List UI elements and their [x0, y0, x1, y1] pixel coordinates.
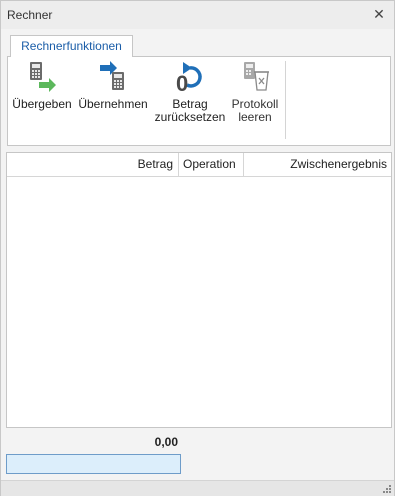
status-bar [1, 480, 394, 496]
zuruecksetzen-line: zurücksetzen [154, 110, 226, 124]
calculator-take-icon [100, 61, 124, 90]
protocol-grid[interactable]: Betrag Operation Zwischenergebnis [6, 152, 392, 428]
ribbon-separator [285, 61, 286, 139]
reset-zero-icon: 0 [176, 62, 202, 93]
clear-protocol-icon [244, 62, 269, 91]
leeren-line: leeren [238, 110, 272, 124]
amount-input[interactable] [6, 454, 181, 474]
protokoll-leeren-button[interactable]: Protokoll leeren [227, 59, 283, 124]
resize-grip-icon[interactable] [382, 484, 392, 494]
ribbon-panel: Übergeben Übernehmen 0 Betrag zurücksetz… [7, 56, 391, 146]
title-bar: Rechner ✕ [1, 1, 394, 29]
tab-rechnerfunktionen[interactable]: Rechnerfunktionen [10, 35, 133, 57]
column-header-zwischenergebnis[interactable]: Zwischenergebnis [244, 153, 391, 176]
calculator-pass-icon [30, 62, 56, 92]
uebernehmen-button[interactable]: Übernehmen [77, 59, 149, 111]
uebergeben-label: Übergeben [12, 97, 72, 111]
grid-header: Betrag Operation Zwischenergebnis [7, 153, 391, 177]
uebergeben-button[interactable]: Übergeben [10, 59, 74, 111]
protokoll-leeren-label: Protokoll leeren [227, 98, 283, 124]
betrag-zuruecksetzen-button[interactable]: 0 Betrag zurücksetzen [153, 59, 227, 124]
close-icon[interactable]: ✕ [370, 4, 388, 24]
result-value: 0,00 [154, 435, 178, 449]
betrag-zuruecksetzen-label: Betrag zurücksetzen [153, 98, 227, 124]
column-header-operation[interactable]: Operation [179, 153, 243, 176]
window-title: Rechner [7, 8, 53, 22]
svg-text:0: 0 [176, 71, 188, 93]
uebernehmen-label: Übernehmen [78, 97, 148, 111]
rechner-window: Rechner ✕ Rechnerfunktionen Übergeben Üb… [0, 0, 395, 496]
column-header-betrag[interactable]: Betrag [7, 153, 177, 176]
